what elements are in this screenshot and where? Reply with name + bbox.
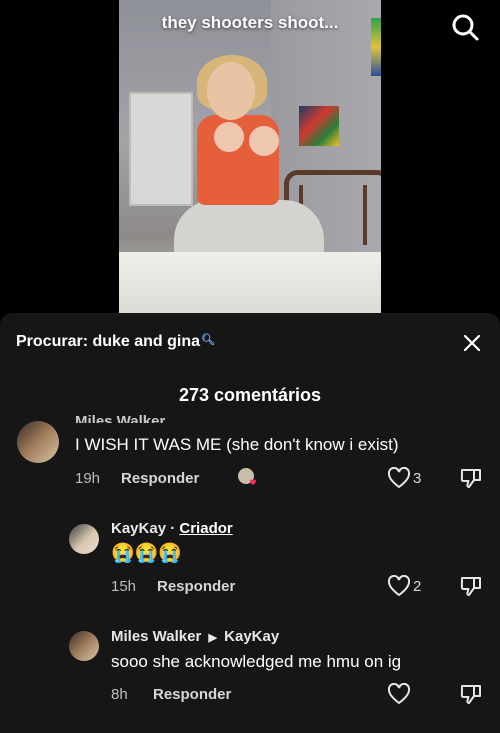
- video-caption: they shooters shoot...: [161, 13, 339, 32]
- comment-text: I WISH IT WAS ME (she don't know i exist…: [75, 435, 399, 454]
- avatar[interactable]: [69, 524, 99, 554]
- video-person-hand: [214, 122, 244, 152]
- like-heart-icon[interactable]: [387, 683, 411, 705]
- comment-time: 19h: [75, 470, 101, 487]
- close-icon[interactable]: [462, 333, 482, 353]
- comment-text: sooo she acknowledged me hmu on ig: [111, 652, 402, 671]
- reply-to-username[interactable]: KayKay: [224, 628, 279, 645]
- comment-username[interactable]: Miles Walker ▶ KayKay: [111, 628, 279, 645]
- reply-arrow-icon: ▶: [208, 632, 217, 644]
- search-icon[interactable]: [450, 12, 480, 42]
- dislike-icon[interactable]: [459, 574, 483, 598]
- avatar[interactable]: [69, 631, 99, 661]
- creator-liked-icon: [238, 468, 256, 485]
- comment-time: 15h: [111, 578, 137, 595]
- like-heart-icon[interactable]: [387, 467, 411, 489]
- comment-reply-item: KayKay · Criador 😭😭😭 15h Responder 2: [0, 513, 500, 603]
- dislike-icon[interactable]: [459, 682, 483, 706]
- related-search-label[interactable]: Procurar: duke and gina: [16, 333, 200, 350]
- video-person-head: [207, 62, 255, 120]
- like-count: 2: [413, 578, 422, 595]
- reply-button[interactable]: Responder: [157, 578, 235, 595]
- video-table: [119, 252, 381, 314]
- video-painting: [299, 106, 339, 146]
- creator-badge: Criador: [179, 520, 233, 537]
- comment-username[interactable]: Miles Walker: [75, 413, 165, 423]
- comment-reply-item: Miles Walker ▶ KayKay sooo she acknowled…: [0, 623, 500, 723]
- video-player[interactable]: they shooters shoot...: [0, 0, 500, 325]
- dislike-icon[interactable]: [459, 466, 483, 490]
- like-count: 3: [413, 470, 422, 487]
- avatar[interactable]: [17, 421, 59, 463]
- name-separator: ·: [170, 520, 176, 537]
- video-frame[interactable]: [119, 0, 381, 314]
- comments-count: 273 comentários: [178, 385, 322, 405]
- comment-item: Miles Walker I WISH IT WAS ME (she don't…: [0, 409, 500, 499]
- video-door: [129, 92, 193, 206]
- comment-username-text[interactable]: Miles Walker: [111, 628, 201, 645]
- video-person-hand: [249, 126, 279, 156]
- reply-button[interactable]: Responder: [153, 686, 231, 703]
- comment-time: 8h: [111, 686, 128, 703]
- comment-username[interactable]: KayKay · Criador: [111, 520, 233, 537]
- search-small-icon: 🔍︎: [201, 334, 216, 346]
- like-heart-icon[interactable]: [387, 575, 411, 597]
- related-search-link[interactable]: Procurar: duke and gina🔍︎: [16, 333, 215, 351]
- comments-sheet: Procurar: duke and gina🔍︎ 273 comentário…: [0, 313, 500, 733]
- comment-text: 😭😭😭: [111, 543, 182, 564]
- reply-button[interactable]: Responder: [121, 470, 199, 487]
- comment-username-text[interactable]: KayKay: [111, 520, 166, 537]
